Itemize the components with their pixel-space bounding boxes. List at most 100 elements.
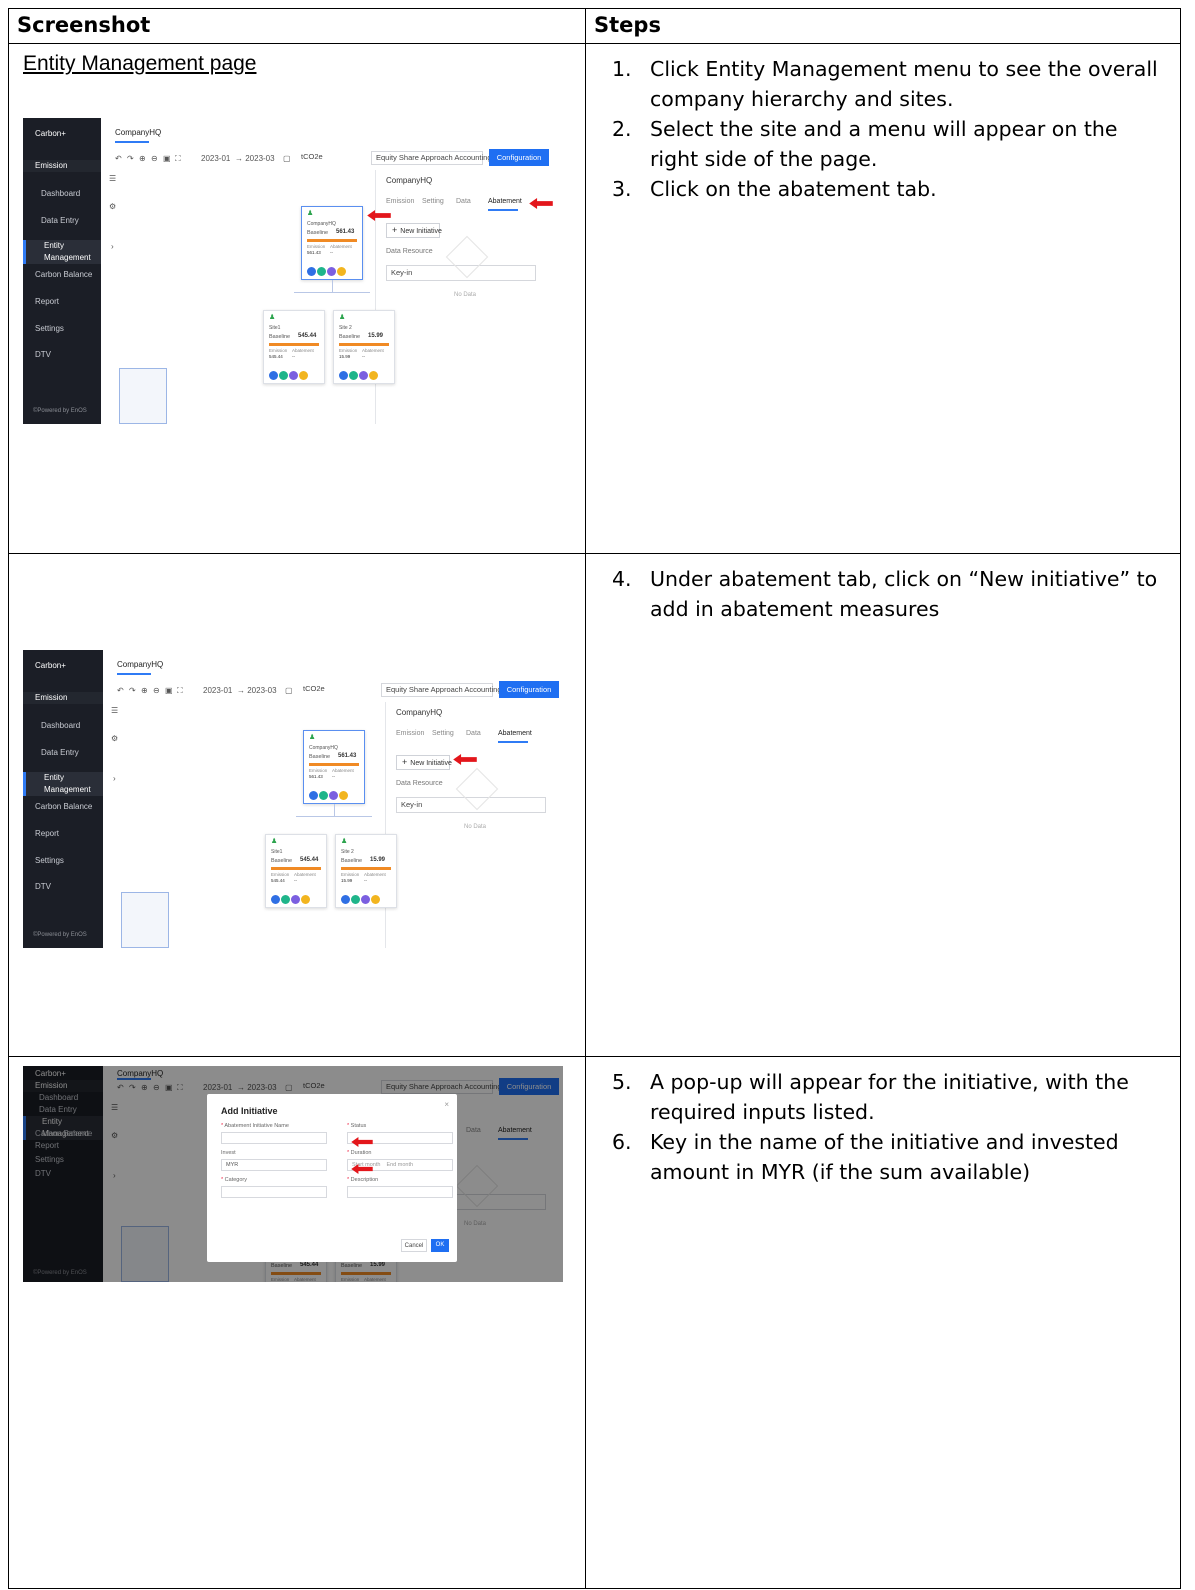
configuration-button[interactable]: Configuration — [499, 681, 559, 698]
minimap[interactable] — [121, 892, 169, 948]
node-site1[interactable]: ♟Site1Baseline545.44EmissionAbatement545… — [263, 310, 325, 384]
expand-icon[interactable]: › — [111, 242, 114, 251]
approach-select[interactable]: Equity Share Approach Accounting — [381, 683, 502, 697]
date-from[interactable]: 2023-01 — [203, 686, 232, 695]
redo-icon[interactable]: ↷ — [129, 686, 136, 695]
invest-input[interactable]: MYR — [221, 1159, 327, 1171]
sidebar-item-dtv[interactable]: DTV — [23, 881, 103, 893]
screenshot-cell: Carbon+ Emission Dashboard Data Entry Entity… — [8, 553, 586, 1057]
settings-icon[interactable]: ⚙ — [109, 202, 116, 211]
redo-icon[interactable]: ↷ — [127, 154, 134, 163]
panel-tab-emission[interactable]: Emission — [396, 730, 424, 737]
sidebar-item-report[interactable]: Report — [23, 828, 103, 840]
sidebar-item-emission[interactable]: Emission — [23, 160, 101, 172]
calendar-icon: ▢ — [285, 686, 293, 695]
cancel-button[interactable]: Cancel — [401, 1239, 427, 1252]
emission-value: 15.99 — [341, 878, 353, 883]
panel-tab-data[interactable]: Data — [466, 730, 481, 737]
zoom-out-icon[interactable]: ⊖ — [153, 686, 160, 695]
tab-companyhq[interactable]: CompanyHQ — [117, 660, 163, 669]
emission-value: 561.43 — [309, 774, 323, 779]
fit-icon[interactable]: ⛶ — [177, 686, 183, 696]
settings-icon[interactable]: ⚙ — [111, 734, 118, 743]
zoom-out-icon[interactable]: ⊖ — [151, 154, 158, 163]
app-screenshot: Carbon+ Emission Dashboard Data Entry Entity… — [23, 650, 563, 948]
add-initiative-modal: Add Initiative × * Abatement Initiative Na… — [207, 1094, 457, 1262]
node-companyhq[interactable]: ♟CompanyHQBaseline561.43EmissionAbatemen… — [303, 730, 365, 804]
end-month: End month — [386, 1162, 414, 1168]
minimap[interactable] — [119, 368, 167, 424]
panel-tab-setting[interactable]: Setting — [422, 198, 444, 205]
panel-tab-setting[interactable]: Setting — [432, 730, 454, 737]
abatement-label: Abatement — [332, 768, 354, 773]
baseline-label: Baseline — [341, 858, 363, 864]
zoom-in-icon[interactable]: ⊕ — [141, 686, 148, 695]
tree-connector — [296, 816, 372, 817]
list-icon[interactable]: ☰ — [111, 706, 118, 715]
plus-icon: + — [392, 225, 398, 235]
sidebar-item-dashboard[interactable]: Dashboard — [23, 188, 101, 200]
sidebar-item-emission[interactable]: Emission — [23, 692, 103, 704]
new-initiative-button[interactable]: +New Initiative — [386, 223, 442, 238]
table-row: Carbon+ Emission Dashboard Data Entry Entity… — [8, 1056, 1181, 1589]
node-site-2[interactable]: ♟Site 2Baseline15.99EmissionAbatement15.… — [335, 834, 397, 908]
active-tab-underline — [117, 673, 151, 675]
sidebar-item-report[interactable]: Report — [23, 296, 101, 308]
abatement-value: -- — [330, 250, 333, 255]
panel-tab-abatement[interactable]: Abatement — [498, 730, 532, 737]
configuration-button[interactable]: Configuration — [489, 149, 549, 166]
export-icon[interactable]: ▣ — [165, 686, 173, 695]
ok-button[interactable]: OK — [431, 1239, 449, 1252]
sidebar-item-settings[interactable]: Settings — [23, 323, 101, 335]
node-companyhq[interactable]: ♟CompanyHQBaseline561.43EmissionAbatemen… — [301, 206, 363, 280]
panel-tab-abatement[interactable]: Abatement — [488, 198, 522, 205]
zoom-in-icon[interactable]: ⊕ — [139, 154, 146, 163]
baseline-value: 15.99 — [370, 857, 386, 863]
tree-connector — [334, 804, 335, 816]
date-from[interactable]: 2023-01 — [201, 154, 230, 163]
undo-icon[interactable]: ↶ — [115, 154, 122, 163]
fit-icon[interactable]: ⛶ — [175, 154, 181, 164]
expand-icon[interactable]: › — [113, 774, 116, 783]
unit-select[interactable]: tCO2e — [299, 683, 359, 697]
emission-label: Emission — [307, 244, 326, 249]
active-tab-underline — [115, 141, 149, 143]
sidebar-item-data-entry[interactable]: Data Entry — [23, 215, 101, 227]
node-site1[interactable]: ♟Site1Baseline545.44EmissionAbatement545… — [265, 834, 327, 908]
unit-select[interactable]: tCO2e — [297, 151, 357, 165]
sidebar-item-data-entry[interactable]: Data Entry — [23, 747, 103, 759]
list-icon[interactable]: ☰ — [109, 174, 116, 183]
description-text: Description — [350, 1177, 379, 1183]
panel-tab-emission[interactable]: Emission — [386, 198, 414, 205]
panel-tab-data[interactable]: Data — [456, 198, 471, 205]
date-to[interactable]: → 2023-03 — [237, 686, 277, 695]
entity-panel: CompanyHQ Emission Setting Data Abatement +Ne… — [375, 170, 553, 424]
close-icon[interactable]: × — [444, 1100, 449, 1109]
sidebar-item-carbon-balance[interactable]: Carbon Balance — [23, 269, 101, 281]
export-icon[interactable]: ▣ — [163, 154, 171, 163]
scope-dot — [351, 895, 360, 904]
date-to[interactable]: → 2023-03 — [235, 154, 275, 163]
baseline-label: Baseline — [269, 334, 291, 340]
description-input[interactable] — [347, 1186, 453, 1198]
undo-icon[interactable]: ↶ — [117, 686, 124, 695]
initiative-name-input[interactable] — [221, 1132, 327, 1144]
sidebar-item-entity-management[interactable]: Entity Management — [23, 240, 101, 264]
site-icon: ♟ — [339, 314, 346, 321]
sidebar-item-dtv[interactable]: DTV — [23, 349, 101, 361]
brand-name: Carbon+ — [35, 129, 66, 138]
sidebar-item-entity-management[interactable]: Entity Management — [23, 772, 103, 796]
sidebar-item-dashboard[interactable]: Dashboard — [23, 720, 103, 732]
scope-dot — [269, 371, 278, 380]
category-select[interactable] — [221, 1186, 327, 1198]
step-number: 3. — [612, 177, 632, 201]
new-initiative-button[interactable]: +New Initiative — [396, 755, 452, 770]
sidebar-item-settings[interactable]: Settings — [23, 855, 103, 867]
tab-companyhq[interactable]: CompanyHQ — [115, 128, 161, 137]
scope-dot — [271, 895, 280, 904]
scope-dot — [289, 371, 298, 380]
baseline-bar — [341, 867, 391, 870]
sidebar-item-carbon-balance[interactable]: Carbon Balance — [23, 801, 103, 813]
node-site-2[interactable]: ♟Site 2Baseline15.99EmissionAbatement15.… — [333, 310, 395, 384]
approach-select[interactable]: Equity Share Approach Accounting — [371, 151, 492, 165]
